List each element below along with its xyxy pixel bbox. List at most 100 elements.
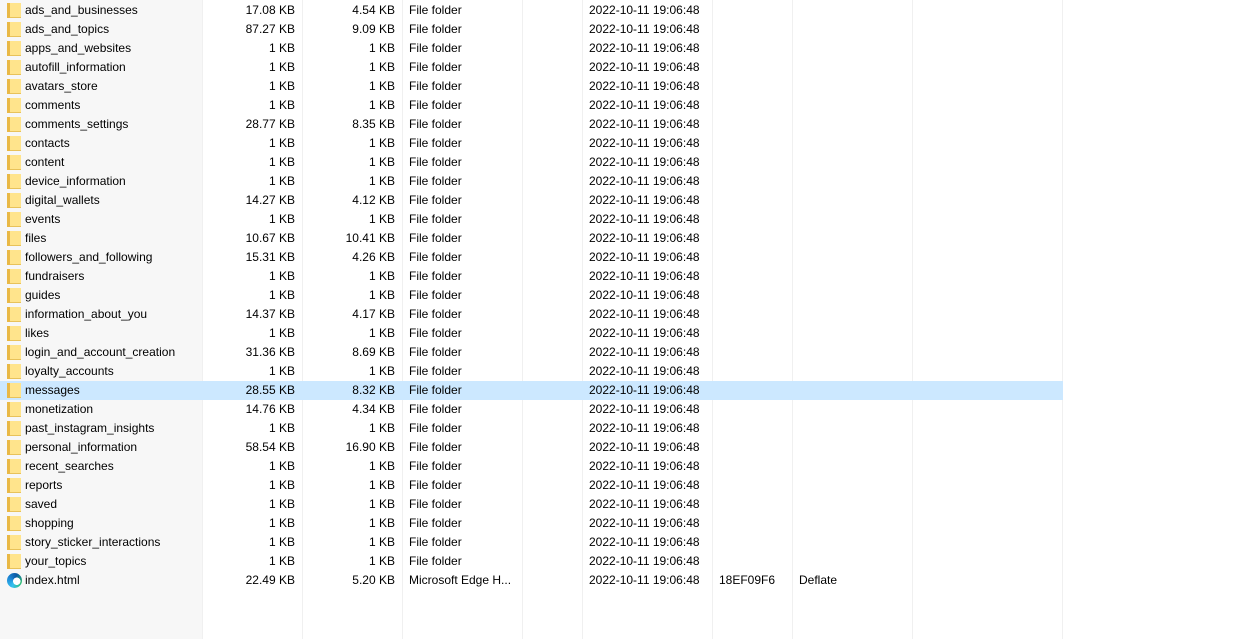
item-packed-size: 1 KB [368,326,395,340]
file-list-row[interactable]: content 1 KB 1 KB File folder 2022-10-11… [0,153,1063,172]
item-name: messages [25,383,80,397]
item-size: 17.08 KB [245,3,295,17]
item-packed-size: 1 KB [368,421,395,435]
item-packed-size: 16.90 KB [345,440,395,454]
item-crc [719,400,789,419]
item-modified: 2022-10-11 19:06:48 [589,345,700,359]
item-type: File folder [409,383,462,397]
file-list-row[interactable]: device_information 1 KB 1 KB File folder… [0,172,1063,191]
item-modified: 2022-10-11 19:06:48 [589,478,700,492]
item-crc [719,533,789,552]
file-list-row[interactable]: autofill_information 1 KB 1 KB File fold… [0,58,1063,77]
item-packed-size: 8.35 KB [352,117,395,131]
item-crc [719,381,789,400]
item-name: your_topics [25,554,87,568]
file-list-row[interactable]: likes 1 KB 1 KB File folder 2022-10-11 1… [0,324,1063,343]
file-list-row[interactable]: your_topics 1 KB 1 KB File folder 2022-1… [0,552,1063,571]
item-type: File folder [409,41,462,55]
item-type: File folder [409,535,462,549]
item-packed-size: 8.32 KB [352,383,395,397]
item-type: File folder [409,22,462,36]
item-size: 1 KB [268,174,295,188]
file-list-row[interactable]: comments_settings 28.77 KB 8.35 KB File … [0,115,1063,134]
item-type: File folder [409,516,462,530]
folder-icon [7,288,21,303]
file-list-row[interactable]: personal_information 58.54 KB 16.90 KB F… [0,438,1063,457]
file-list: ads_and_businesses 17.08 KB 4.54 KB File… [0,1,1063,590]
file-list-row[interactable]: fundraisers 1 KB 1 KB File folder 2022-1… [0,267,1063,286]
file-list-row[interactable]: saved 1 KB 1 KB File folder 2022-10-11 1… [0,495,1063,514]
file-list-row[interactable]: contacts 1 KB 1 KB File folder 2022-10-1… [0,134,1063,153]
item-crc [719,172,789,191]
item-size: 1 KB [268,269,295,283]
item-size: 1 KB [268,212,295,226]
file-list-row[interactable]: files 10.67 KB 10.41 KB File folder 2022… [0,229,1063,248]
item-modified: 2022-10-11 19:06:48 [589,193,700,207]
file-list-row[interactable]: past_instagram_insights 1 KB 1 KB File f… [0,419,1063,438]
item-modified: 2022-10-11 19:06:48 [589,554,700,568]
item-name: files [25,231,47,245]
item-crc [719,419,789,438]
item-type: File folder [409,155,462,169]
file-list-row[interactable]: recent_searches 1 KB 1 KB File folder 20… [0,457,1063,476]
item-packed-size: 4.17 KB [352,307,395,321]
item-size: 10.67 KB [245,231,295,245]
file-list-row[interactable]: monetization 14.76 KB 4.34 KB File folde… [0,400,1063,419]
folder-icon [7,231,21,246]
file-list-row[interactable]: ads_and_businesses 17.08 KB 4.54 KB File… [0,1,1063,20]
item-size: 1 KB [268,288,295,302]
folder-icon [7,79,21,94]
item-packed-size: 1 KB [368,60,395,74]
item-crc [719,324,789,343]
folder-icon [7,60,21,75]
item-packed-size: 1 KB [368,79,395,93]
file-list-row[interactable]: reports 1 KB 1 KB File folder 2022-10-11… [0,476,1063,495]
item-size: 1 KB [268,79,295,93]
file-list-row[interactable]: followers_and_following 15.31 KB 4.26 KB… [0,248,1063,267]
item-method [799,58,909,77]
item-packed-size: 1 KB [368,41,395,55]
folder-icon [7,497,21,512]
item-modified: 2022-10-11 19:06:48 [589,307,700,321]
file-list-row[interactable]: events 1 KB 1 KB File folder 2022-10-11 … [0,210,1063,229]
item-modified: 2022-10-11 19:06:48 [589,421,700,435]
folder-icon [7,307,21,322]
item-packed-size: 1 KB [368,212,395,226]
file-list-row[interactable]: guides 1 KB 1 KB File folder 2022-10-11 … [0,286,1063,305]
item-crc [719,457,789,476]
file-list-row[interactable]: messages 28.55 KB 8.32 KB File folder 20… [0,381,1063,400]
item-size: 1 KB [268,41,295,55]
item-crc [719,191,789,210]
file-list-row[interactable]: loyalty_accounts 1 KB 1 KB File folder 2… [0,362,1063,381]
file-list-row[interactable]: index.html 22.49 KB 5.20 KB Microsoft Ed… [0,571,1063,590]
file-list-row[interactable]: story_sticker_interactions 1 KB 1 KB Fil… [0,533,1063,552]
item-modified: 2022-10-11 19:06:48 [589,573,700,587]
file-list-row[interactable]: apps_and_websites 1 KB 1 KB File folder … [0,39,1063,58]
file-list-row[interactable]: shopping 1 KB 1 KB File folder 2022-10-1… [0,514,1063,533]
folder-icon [7,459,21,474]
file-list-row[interactable]: information_about_you 14.37 KB 4.17 KB F… [0,305,1063,324]
item-packed-size: 1 KB [368,516,395,530]
item-name: reports [25,478,63,492]
item-method [799,210,909,229]
item-size: 1 KB [268,136,295,150]
item-modified: 2022-10-11 19:06:48 [589,155,700,169]
item-crc [719,514,789,533]
item-modified: 2022-10-11 19:06:48 [589,98,700,112]
file-list-row[interactable]: ads_and_topics 87.27 KB 9.09 KB File fol… [0,20,1063,39]
file-list-row[interactable]: avatars_store 1 KB 1 KB File folder 2022… [0,77,1063,96]
item-method [799,39,909,58]
folder-icon [7,193,21,208]
item-crc [719,20,789,39]
item-type: File folder [409,193,462,207]
item-size: 1 KB [268,155,295,169]
file-list-row[interactable]: login_and_account_creation 31.36 KB 8.69… [0,343,1063,362]
item-method [799,134,909,153]
item-name: apps_and_websites [25,41,132,55]
file-list-row[interactable]: comments 1 KB 1 KB File folder 2022-10-1… [0,96,1063,115]
item-method [799,495,909,514]
item-crc [719,286,789,305]
item-name: events [25,212,61,226]
item-packed-size: 5.20 KB [352,573,395,587]
file-list-row[interactable]: digital_wallets 14.27 KB 4.12 KB File fo… [0,191,1063,210]
